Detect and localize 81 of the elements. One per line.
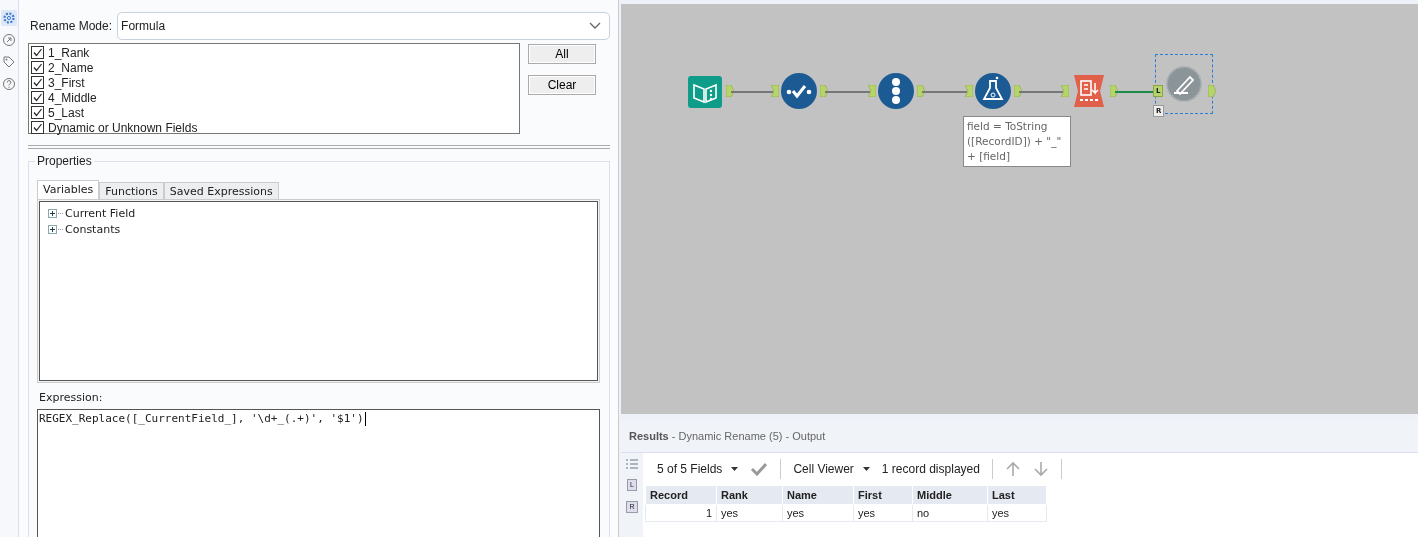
checkbox[interactable]	[31, 46, 44, 59]
pen-hand-icon[interactable]	[1165, 65, 1203, 103]
help-icon	[2, 77, 16, 91]
output-anchor[interactable]	[1110, 85, 1118, 97]
output-anchor[interactable]	[917, 85, 925, 97]
checkbox[interactable]	[31, 61, 44, 74]
results-title: Results	[629, 430, 669, 442]
help-tab[interactable]	[1, 76, 17, 92]
check-icon	[32, 122, 43, 133]
cell-viewer-dropdown[interactable]: Cell Viewer	[793, 462, 870, 476]
field-label: 5_Last	[48, 105, 85, 120]
input-anchor[interactable]	[771, 85, 779, 97]
checkbox[interactable]	[31, 76, 44, 89]
tag-tab[interactable]	[1, 54, 17, 70]
checkbox[interactable]	[31, 106, 44, 119]
table-cell: no	[912, 504, 988, 522]
connection-line	[1019, 91, 1063, 93]
tree-item[interactable]: Constants	[65, 222, 121, 236]
tree-item[interactable]: Current Field	[65, 206, 136, 220]
rename-mode-dropdown[interactable]: Formula	[117, 12, 610, 40]
field-label: 2_Name	[48, 60, 94, 75]
flask-icon[interactable]	[974, 72, 1012, 110]
expand-icon[interactable]	[48, 208, 57, 218]
rename-mode-label: Rename Mode:	[29, 19, 113, 33]
column-header[interactable]: Record	[645, 485, 717, 505]
caret-icon	[589, 22, 601, 30]
annotation: field = ToString ([RecordID]) + "_" + [field]	[963, 116, 1071, 167]
tab[interactable]: Saved Expressions	[163, 182, 279, 199]
apply-check-icon[interactable]	[750, 462, 769, 476]
tab[interactable]: Functions	[99, 182, 164, 199]
field-label: 3_First	[48, 75, 85, 90]
output-anchor[interactable]	[1014, 85, 1022, 97]
down-arrow-icon[interactable]	[1032, 461, 1049, 477]
check-icon	[32, 107, 43, 118]
output-anchor[interactable]	[820, 85, 828, 97]
expression-label: Expression:	[39, 391, 104, 404]
fields-dropdown[interactable]: 5 of 5 Fields	[657, 462, 739, 476]
connection-line	[731, 91, 773, 93]
column-header[interactable]: First	[853, 485, 913, 505]
connection-line	[922, 91, 967, 93]
expression-editor[interactable]: REGEX_Replace([_CurrentField_], '\d+_(.+)', '$1')	[37, 409, 600, 537]
tab[interactable]: Variables	[37, 180, 100, 199]
output-anchor[interactable]	[726, 85, 734, 97]
checkbox[interactable]	[31, 121, 44, 134]
tag-icon	[2, 55, 16, 69]
check-icon	[32, 62, 43, 73]
check-icon	[32, 77, 43, 88]
caret-icon	[731, 467, 739, 471]
connection-line	[825, 91, 870, 93]
list-icon[interactable]	[626, 459, 638, 469]
clear-button[interactable]: Clear	[528, 75, 596, 95]
caret-icon	[862, 467, 870, 471]
settings-tab[interactable]	[1, 10, 17, 26]
circle-arrow-tab[interactable]	[1, 32, 17, 48]
table-cell: yes	[782, 504, 854, 522]
table-cell: yes	[987, 504, 1047, 522]
column-header[interactable]: Name	[782, 485, 854, 505]
input-anchor[interactable]	[868, 85, 876, 97]
check-icon	[32, 92, 43, 103]
results-subtitle: - Dynamic Rename (5) - Output	[670, 430, 826, 442]
checkbox[interactable]	[31, 91, 44, 104]
properties-title: Properties	[35, 154, 94, 168]
record-count: 1 record displayed	[881, 462, 980, 476]
selected-tool[interactable]	[1156, 55, 1212, 113]
column-header[interactable]: Rank	[716, 485, 783, 505]
check-icon	[32, 47, 43, 58]
table-cell: yes	[716, 504, 783, 522]
table-cell: 1	[645, 504, 717, 522]
column-header[interactable]: Last	[987, 485, 1047, 505]
table-cell: yes	[853, 504, 913, 522]
checkmark-circle-icon[interactable]	[780, 72, 818, 110]
field-label: Dynamic or Unknown Fields	[48, 120, 198, 135]
field-label: 4_Middle	[48, 90, 97, 105]
settings-icon	[2, 11, 16, 25]
field-label: 1_Rank	[48, 45, 90, 60]
select-all-button[interactable]: All	[528, 44, 596, 64]
input-anchor[interactable]	[965, 85, 973, 97]
up-arrow-icon[interactable]	[1004, 461, 1021, 477]
input-anchor[interactable]	[1061, 85, 1069, 97]
column-header[interactable]: Middle	[912, 485, 988, 505]
expand-icon[interactable]	[48, 224, 57, 234]
